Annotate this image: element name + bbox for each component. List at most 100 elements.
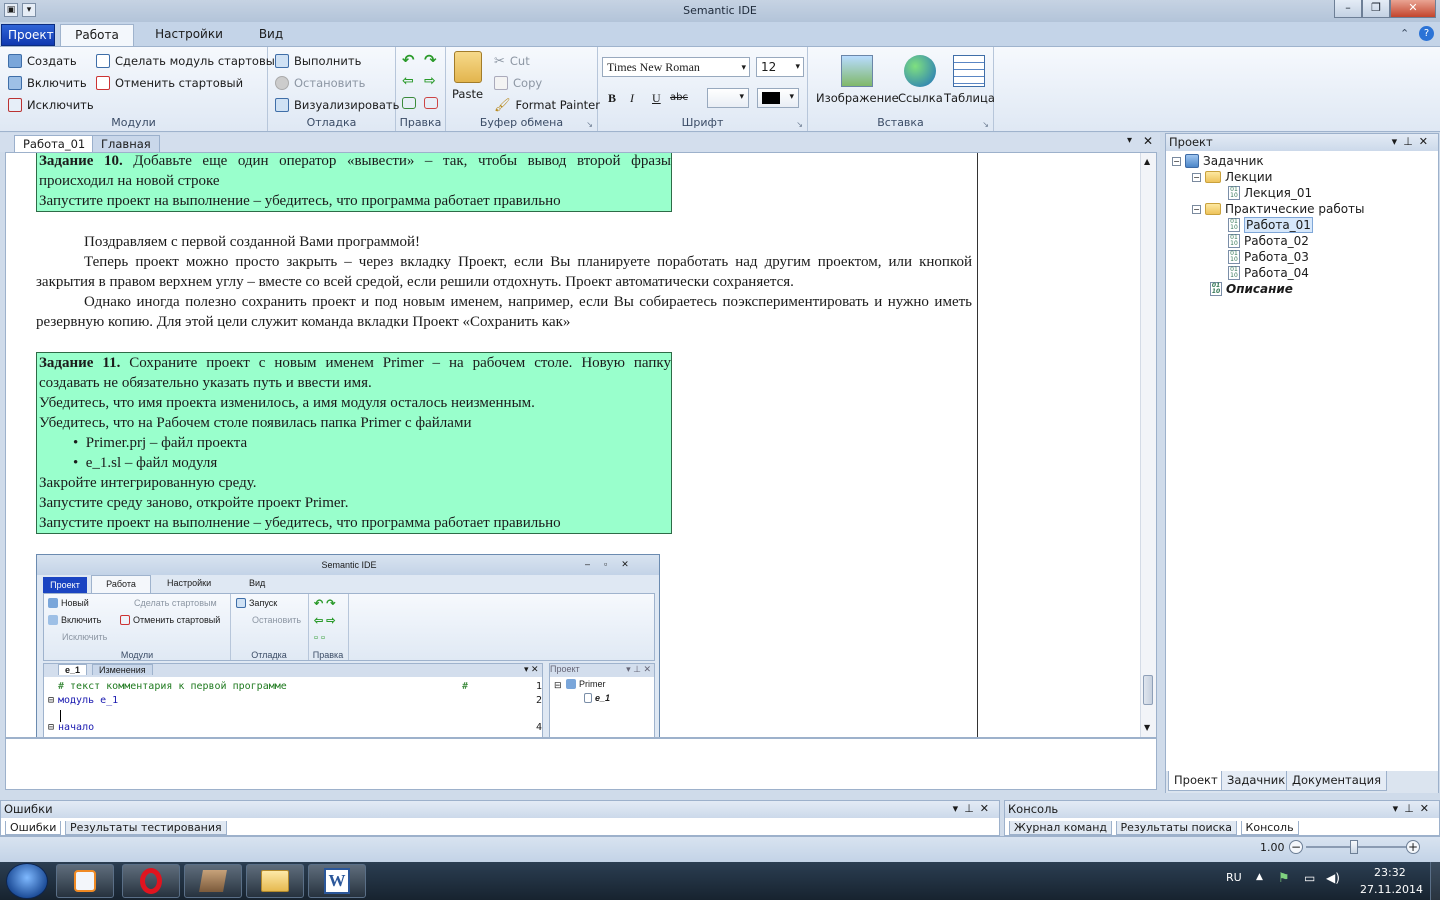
document-view[interactable]: Задание 10. Добавьте еще один оператор «… <box>5 152 1157 738</box>
taskbar-word[interactable]: W <box>308 864 366 898</box>
tray-language[interactable]: RU <box>1226 871 1242 884</box>
tray-expand-icon[interactable]: ▲ <box>1256 872 1263 882</box>
taskbar-semantic-ide[interactable] <box>184 864 242 898</box>
insert-link-button[interactable]: Ссылка <box>898 55 943 105</box>
tree-item-description[interactable]: 01 10 Описание <box>1210 281 1293 297</box>
create-button[interactable]: Создать <box>8 51 77 71</box>
exclude-button[interactable]: Исключить <box>8 95 94 115</box>
find-icon[interactable] <box>402 97 416 109</box>
arrow-left-icon[interactable]: ⇦ <box>402 73 414 89</box>
scroll-up-icon[interactable]: ▲ <box>1144 157 1150 166</box>
tab-settings[interactable]: Настройки <box>148 24 230 46</box>
highlight-color-select[interactable]: ▾ <box>707 88 749 108</box>
unset-start-button[interactable]: Отменить стартовый <box>96 73 243 93</box>
redo-icon[interactable]: ↷ <box>424 51 437 69</box>
tabs-dropdown-icon[interactable]: ▾ <box>1127 135 1132 146</box>
help-icon[interactable]: ? <box>1419 26 1434 41</box>
tray-date[interactable]: 27.11.2014 <box>1360 883 1423 896</box>
tree-item-work02[interactable]: 01 10 Работа_02 <box>1228 233 1309 249</box>
tray-time[interactable]: 23:32 <box>1374 866 1406 879</box>
taskbar-opera[interactable] <box>122 864 180 898</box>
tab-project[interactable]: Проект <box>1 24 55 46</box>
panel-controls-icons[interactable]: ▾⊥✕ <box>953 801 995 817</box>
tree-item-lectures[interactable]: − Лекции <box>1192 169 1272 185</box>
bold-button[interactable]: B <box>608 91 616 106</box>
tree-item-lecture01[interactable]: 01 10 Лекция_01 <box>1228 185 1312 201</box>
arrow-right-icon[interactable]: ⇨ <box>424 73 436 89</box>
doc-tab-work01[interactable]: Работа_01 <box>14 135 95 152</box>
tree-item-practice[interactable]: − Практические работы <box>1192 201 1365 217</box>
zoom-slider-thumb[interactable] <box>1350 840 1358 854</box>
taskbar-explorer[interactable] <box>246 864 304 898</box>
include-button[interactable]: Включить <box>8 73 87 93</box>
ribbon-collapse-icon[interactable]: ⌃ <box>1400 27 1409 40</box>
tab-search-results[interactable]: Результаты поиска <box>1115 821 1238 835</box>
panel-controls-icons[interactable]: ▾⊥✕ <box>1392 134 1434 150</box>
collapse-icon[interactable]: − <box>1192 204 1201 214</box>
mini-doc-tab-e1: e_1 <box>58 664 88 675</box>
paste-button[interactable]: Paste <box>452 51 483 101</box>
taskbar: W RU ▲ ⚑ ▭ ◀) 23:32 27.11.2014 <box>0 862 1440 900</box>
underline-button[interactable]: U <box>652 91 661 106</box>
dialog-launcher-icon[interactable]: ↘ <box>982 120 989 129</box>
dialog-launcher-icon[interactable]: ↘ <box>586 120 593 129</box>
format-painter-button[interactable]: 🖌 Format Painter <box>494 95 600 115</box>
scroll-thumb[interactable] <box>1143 675 1153 705</box>
globe-icon <box>904 55 937 87</box>
insert-table-button[interactable]: Таблица <box>944 55 995 105</box>
minimize-button[interactable]: – <box>1334 0 1362 18</box>
zoom-out-icon[interactable]: − <box>1289 840 1303 854</box>
document-scrollbar[interactable]: ▲ ▼ <box>1140 153 1156 737</box>
insert-image-button[interactable]: Изображение <box>816 55 899 105</box>
doc-tab-main[interactable]: Главная <box>92 135 160 152</box>
maximize-button[interactable]: ❐ <box>1362 0 1390 18</box>
cut-button[interactable]: ✂ Cut <box>494 51 530 71</box>
make-start-button[interactable]: Сделать модуль стартовым <box>96 51 283 71</box>
font-color-select[interactable]: ▾ <box>757 88 799 108</box>
task10-text3: Запустите проект на выполнение – убедите… <box>39 193 561 209</box>
group-label-modules: Модули <box>111 116 156 129</box>
strikethrough-button[interactable]: abc <box>670 92 688 103</box>
tab-command-log[interactable]: Журнал команд <box>1009 821 1113 835</box>
font-family-select[interactable]: Times New Roman ▾ <box>602 57 750 77</box>
tab-console[interactable]: Консоль <box>1240 821 1299 835</box>
scroll-down-icon[interactable]: ▼ <box>1144 723 1150 732</box>
collapse-icon[interactable]: − <box>1192 172 1201 182</box>
tree-item-work01[interactable]: 01 10 Работа_01 <box>1228 217 1313 233</box>
panel-controls-icons[interactable]: ▾⊥✕ <box>1393 801 1435 817</box>
tray-display-icon[interactable]: ▭ <box>1304 871 1315 885</box>
tree-item-root[interactable]: − Задачник <box>1172 153 1264 169</box>
close-button[interactable]: ✕ <box>1390 0 1436 18</box>
tab-test-results[interactable]: Результаты тестирования <box>64 821 227 835</box>
font-size-select[interactable]: 12 ▾ <box>756 57 804 77</box>
copy-button[interactable]: Copy <box>494 73 542 93</box>
bottom-tab-project[interactable]: Проект <box>1168 771 1224 791</box>
media-player-icon <box>74 870 96 892</box>
show-desktop-button[interactable] <box>1430 862 1440 900</box>
tray-volume-icon[interactable]: ◀) <box>1326 871 1340 885</box>
zoom-in-icon[interactable]: + <box>1406 840 1420 854</box>
tree-item-work04[interactable]: 01 10 Работа_04 <box>1228 265 1309 281</box>
start-button[interactable] <box>6 863 48 899</box>
taskbar-media-player[interactable] <box>56 864 114 898</box>
stop-button[interactable]: Остановить <box>275 73 365 93</box>
dialog-launcher-icon[interactable]: ↘ <box>796 120 803 129</box>
tray-network-icon[interactable]: ⚑ <box>1278 871 1290 886</box>
tab-work[interactable]: Работа <box>60 24 134 46</box>
bottom-tab-docs[interactable]: Документация <box>1286 771 1388 791</box>
undo-icon[interactable]: ↶ <box>402 51 415 69</box>
italic-button[interactable]: I <box>630 91 634 106</box>
visualize-button[interactable]: Визуализировать <box>275 95 399 115</box>
collapse-icon[interactable]: − <box>1172 156 1181 166</box>
tab-errors[interactable]: Ошибки <box>5 821 62 835</box>
run-button[interactable]: Выполнить <box>275 51 361 71</box>
document-bottom-area <box>5 738 1157 790</box>
console-panel: Консоль ▾⊥✕ Журнал команд Результаты поис… <box>1004 800 1440 836</box>
replace-icon[interactable] <box>424 97 438 109</box>
task11-text3: Убедитесь, что имя проекта изменилось, а… <box>39 395 535 411</box>
mini-line-number: 2 <box>536 695 543 706</box>
tab-view[interactable]: Вид <box>248 24 294 46</box>
tree-item-work03[interactable]: 01 10 Работа_03 <box>1228 249 1309 265</box>
close-doc-icon[interactable]: ✕ <box>1143 134 1153 148</box>
bottom-tab-tasks[interactable]: Задачник <box>1221 771 1292 791</box>
